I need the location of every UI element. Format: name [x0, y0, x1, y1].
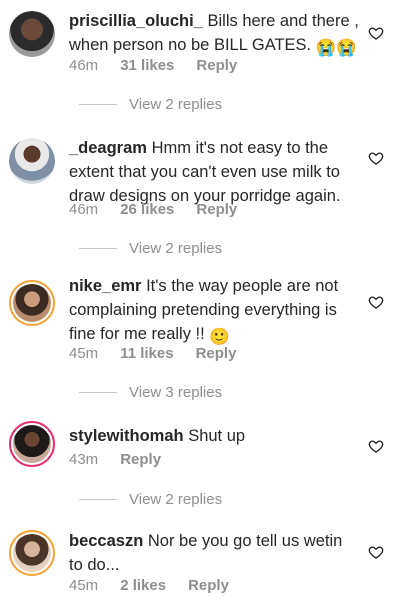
heart-outline-icon[interactable] — [368, 25, 384, 41]
comment-time: 45m — [69, 577, 99, 594]
comment-body: _deagram Hmm it's not easy to the extent… — [69, 136, 359, 208]
comment-username[interactable]: stylewithomah — [69, 427, 184, 445]
divider-line — [79, 392, 117, 393]
comment-meta: 45m 2 likes Reply — [69, 577, 251, 594]
comment-body: beccaszn Nor be you go tell us wetin to … — [69, 529, 359, 577]
comment-body: nike_emr It's the way people are not com… — [69, 274, 359, 349]
avatar[interactable] — [9, 280, 55, 326]
view-replies-button[interactable]: View 2 replies — [69, 491, 222, 508]
heart-outline-icon[interactable] — [368, 544, 384, 560]
comment-meta: 43m Reply — [69, 451, 183, 468]
comment-meta: 45m 11 likes Reply — [69, 345, 258, 362]
avatar[interactable] — [9, 11, 55, 57]
reply-button[interactable]: Reply — [188, 577, 229, 594]
comment-username[interactable]: _deagram — [69, 139, 147, 157]
divider-line — [79, 499, 117, 500]
comment-time: 46m — [69, 57, 99, 74]
comment-likes[interactable]: 26 likes — [120, 201, 174, 218]
avatar[interactable] — [9, 530, 55, 576]
view-replies-label: View 3 replies — [129, 384, 223, 401]
heart-outline-icon[interactable] — [368, 438, 384, 454]
view-replies-label: View 2 replies — [129, 491, 223, 508]
comment-likes[interactable]: 11 likes — [120, 345, 173, 362]
reply-button[interactable]: Reply — [196, 57, 237, 74]
reply-button[interactable]: Reply — [120, 451, 161, 468]
comment-body: stylewithomah Shut up — [69, 424, 359, 448]
reply-button[interactable]: Reply — [196, 201, 237, 218]
view-replies-label: View 2 replies — [129, 240, 223, 257]
comment-likes[interactable]: 2 likes — [120, 577, 166, 594]
comment-username[interactable]: priscillia_oluchi_ — [69, 12, 203, 30]
view-replies-button[interactable]: View 2 replies — [69, 96, 222, 113]
view-replies-label: View 2 replies — [129, 96, 223, 113]
comment-meta: 46m 31 likes Reply — [69, 57, 259, 74]
view-replies-button[interactable]: View 2 replies — [69, 240, 222, 257]
view-replies-button[interactable]: View 3 replies — [69, 384, 222, 401]
avatar[interactable] — [9, 421, 55, 467]
comment-likes[interactable]: 31 likes — [120, 57, 174, 74]
comment-time: 45m — [69, 345, 99, 362]
comment-username[interactable]: nike_emr — [69, 277, 141, 295]
crying-face-emoji: 😭😭 — [315, 39, 357, 57]
comment-username[interactable]: beccaszn — [69, 532, 143, 550]
heart-outline-icon[interactable] — [368, 150, 384, 166]
comment-time: 46m — [69, 201, 99, 218]
comment-text: Shut up — [188, 427, 246, 445]
heart-outline-icon[interactable] — [368, 294, 384, 310]
comment-meta: 46m 26 likes Reply — [69, 201, 259, 218]
comment-time: 43m — [69, 451, 99, 468]
divider-line — [79, 104, 117, 105]
comment-body: priscillia_oluchi_ Bills here and there … — [69, 9, 359, 60]
avatar[interactable] — [9, 138, 55, 184]
divider-line — [79, 248, 117, 249]
reply-button[interactable]: Reply — [196, 345, 237, 362]
